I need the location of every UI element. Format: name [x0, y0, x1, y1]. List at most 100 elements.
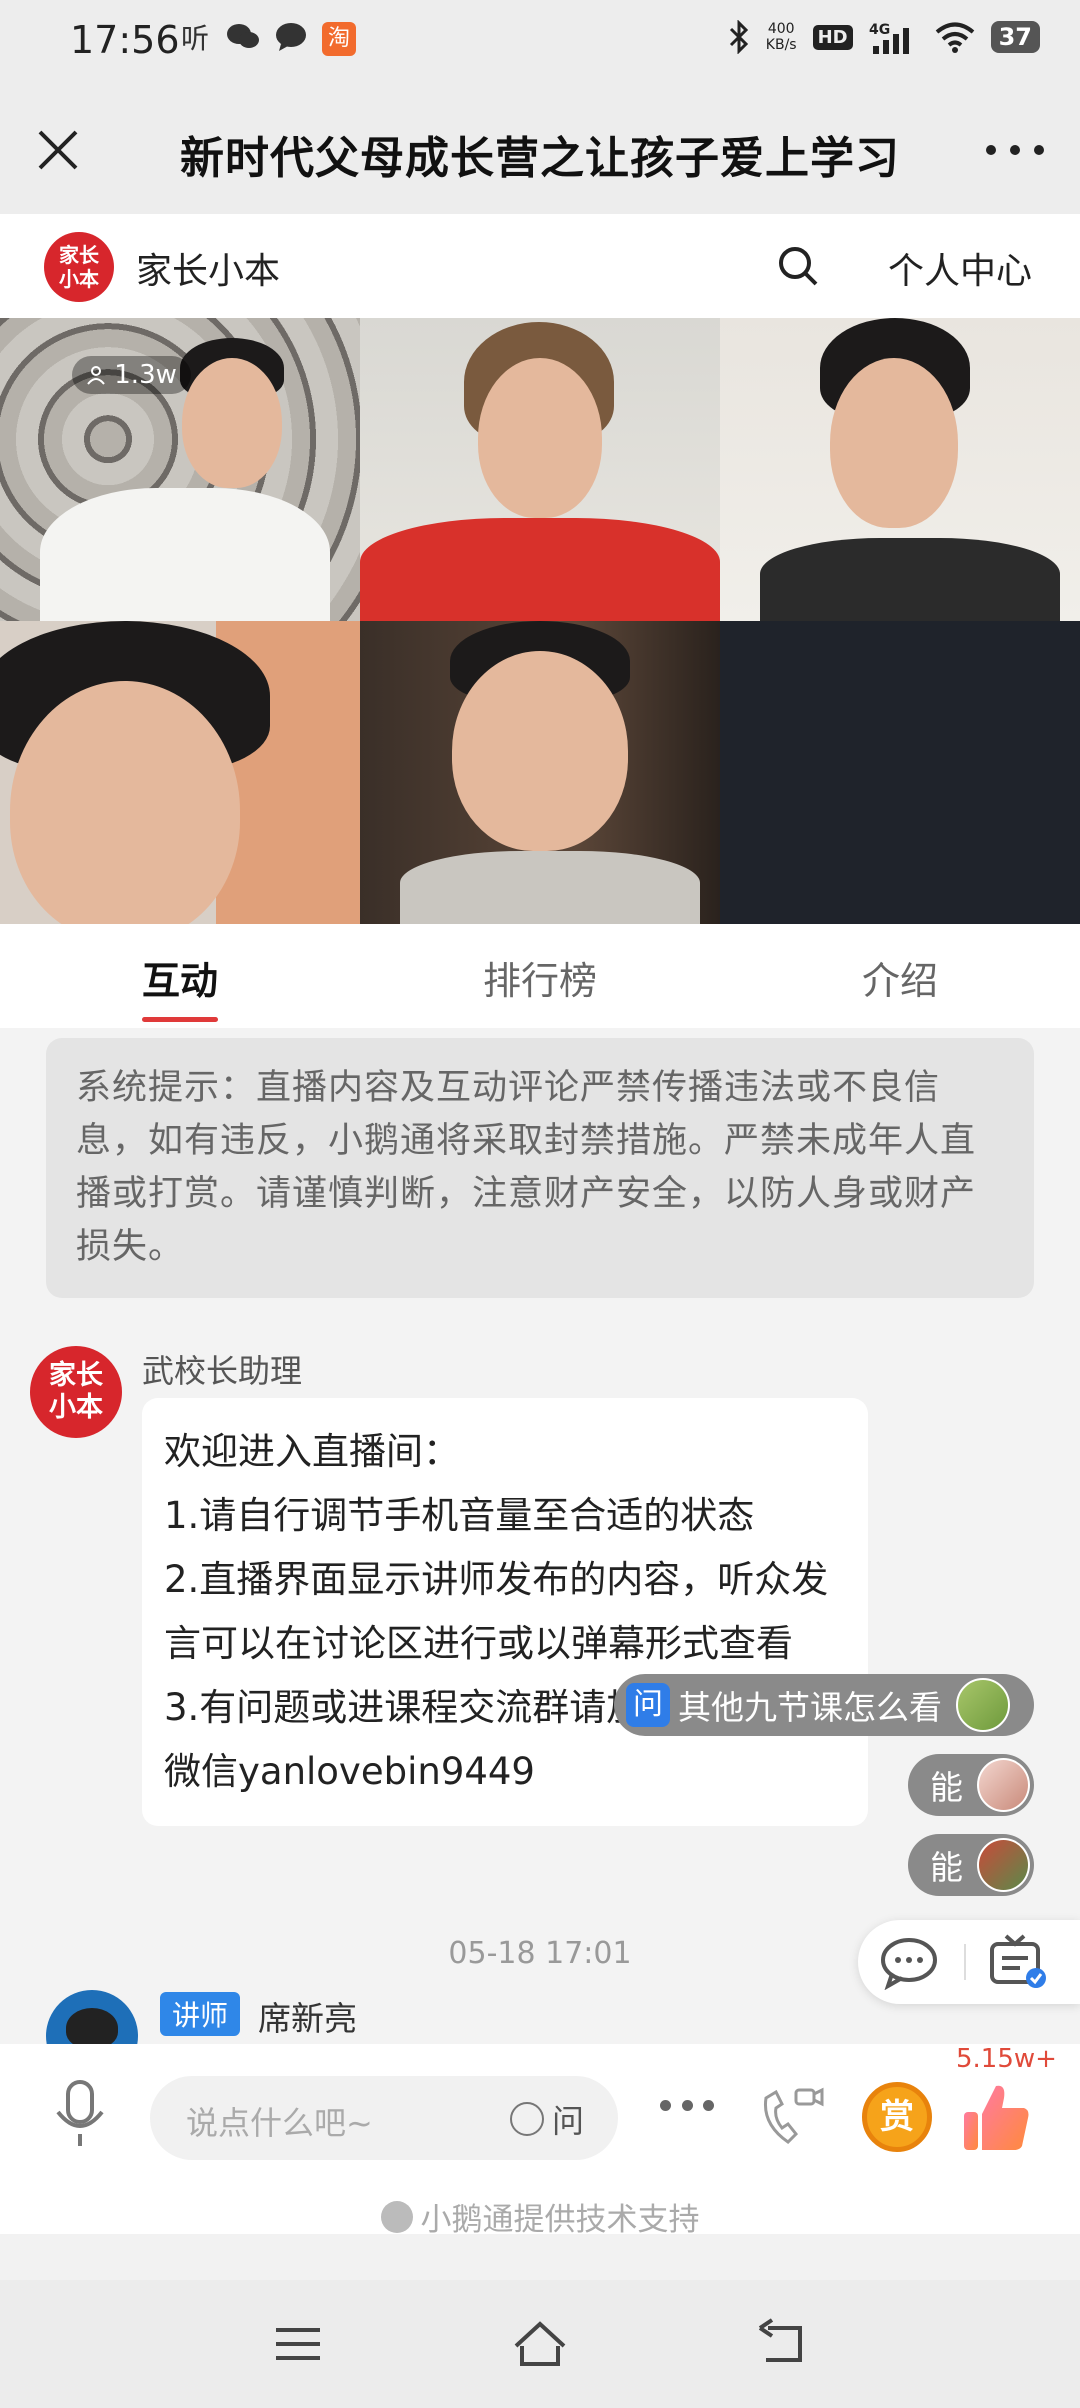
thumbs-up-icon — [964, 2085, 1029, 2150]
message-bubble-icon — [274, 22, 308, 56]
microphone-icon — [56, 2080, 104, 2146]
danmaku-text: 其他九节课怎么看 — [678, 1688, 942, 1727]
video-tile-participant[interactable] — [360, 318, 720, 621]
battery-indicator: 37 — [990, 21, 1040, 53]
system-notice: 系统提示：直播内容及互动评论严禁传播违法或不良信息，如有违反，小鹅通将采取封禁措… — [46, 1038, 1034, 1298]
video-tile-participant[interactable] — [0, 621, 360, 924]
tech-support-footer: 小鹅通提供技术支持 — [0, 2194, 1080, 2239]
danmaku-text: 能 — [930, 1768, 963, 1807]
avatar — [977, 1758, 1030, 1812]
avatar — [977, 1838, 1030, 1892]
danmaku-chip[interactable]: 能 — [908, 1754, 1034, 1816]
dot-icon — [986, 145, 996, 155]
video-grid[interactable]: 1.3w — [0, 318, 1080, 924]
like-count: 5.15w+ — [956, 2044, 1057, 2074]
listen-app-icon: 听 — [180, 22, 209, 55]
divider — [964, 1944, 966, 1980]
message-line: 欢迎进入直播间： — [164, 1430, 460, 1473]
menu-nav-button[interactable] — [268, 2316, 328, 2372]
avatar — [956, 1678, 1010, 1732]
comment-input-placeholder: 说点什么吧~ — [186, 2104, 373, 2142]
status-app-icons: 听 淘 — [178, 22, 356, 56]
speaker-figure — [360, 518, 720, 621]
brand-logo[interactable]: 家长 小本 — [44, 232, 114, 302]
viewer-count: 1.3w — [114, 360, 177, 390]
chat-area[interactable]: 系统提示：直播内容及互动评论严禁传播违法或不良信息，如有违反，小鹅通将采取封禁措… — [0, 1028, 1080, 2044]
video-tile-host[interactable]: 1.3w — [0, 318, 360, 621]
page-title: 新时代父母成长营之让孩子爱上学习 — [180, 133, 900, 184]
hd-badge: HD — [812, 24, 853, 50]
profile-center-link[interactable]: 个人中心 — [888, 242, 1032, 294]
reward-button[interactable]: 赏 — [862, 2082, 932, 2152]
video-tile-participant[interactable] — [360, 621, 720, 924]
tab-bar: 互动 排行榜 介绍 — [0, 924, 1080, 1028]
phone-video-icon — [763, 2087, 824, 2144]
dot-icon — [703, 2100, 714, 2111]
brand-name[interactable]: 家长小本 — [136, 242, 280, 294]
tab-leaderboard[interactable]: 排行榜 — [360, 924, 720, 1028]
like-button[interactable] — [962, 2080, 1032, 2154]
wechat-icon — [226, 22, 260, 56]
dot-icon — [681, 2100, 693, 2111]
tab-introduction[interactable]: 介绍 — [720, 924, 1080, 1028]
avatar[interactable] — [46, 1990, 138, 2044]
radio-icon — [509, 2102, 544, 2136]
xiaoetong-logo-icon — [380, 2200, 413, 2233]
network-speed: 400 KB/s — [765, 21, 797, 53]
question-badge: 问 — [626, 1683, 670, 1727]
input-bar: 说点什么吧~ 问 赏 5.15w+ 小鹅通提供技术支持 — [0, 2044, 1080, 2238]
danmaku-question-chip[interactable]: 问 其他九节课怎么看 — [614, 1674, 1034, 1736]
microphone-button[interactable] — [52, 2078, 108, 2150]
shopping-app-icon: 淘 — [322, 22, 356, 56]
comment-icon[interactable] — [878, 1934, 940, 1990]
danmaku-text: 能 — [930, 1848, 963, 1887]
live-schedule-icon[interactable] — [986, 1932, 1048, 1992]
video-tile-empty — [720, 621, 1080, 924]
lecturer-name: 席新亮 — [258, 1999, 357, 2038]
wifi-icon — [935, 22, 974, 53]
avatar[interactable]: 家长 小本 — [30, 1346, 122, 1438]
speaker-figure — [10, 681, 240, 924]
home-icon — [514, 2321, 566, 2366]
system-nav-bar — [0, 2280, 1080, 2408]
dot-icon — [660, 2100, 671, 2111]
tab-interaction[interactable]: 互动 — [0, 924, 360, 1028]
back-icon — [758, 2318, 802, 2362]
search-button[interactable] — [774, 242, 822, 290]
signal-4g-icon: 4G — [869, 22, 909, 54]
status-bar: 17:56 听 淘 400 KB/s HD 4G 37 — [0, 0, 1080, 86]
svg-text:4G: 4G — [869, 22, 890, 38]
message-line: 2.直播界面显示讲师发布的内容，听众发言可以在讨论区进行或以弹幕形式查看 — [164, 1558, 829, 1665]
dot-icon — [1034, 145, 1044, 155]
speaker-figure — [400, 851, 700, 924]
more-button[interactable] — [660, 2100, 714, 2114]
title-bar: 新时代父母成长营之让孩子爱上学习 — [0, 86, 1080, 214]
tech-support-text: 小鹅通提供技术支持 — [420, 2202, 700, 2238]
back-nav-button[interactable] — [752, 2316, 812, 2372]
status-indicators: 400 KB/s HD 4G 37 — [728, 20, 1040, 54]
person-icon — [87, 366, 105, 385]
viewer-count-badge: 1.3w — [72, 356, 191, 394]
speaker-figure — [40, 488, 330, 621]
search-icon — [779, 247, 818, 286]
speaker-figure — [182, 358, 282, 488]
video-tile-participant[interactable] — [720, 318, 1080, 621]
connect-mic-button[interactable] — [756, 2084, 826, 2150]
speaker-figure — [478, 358, 602, 518]
dot-icon — [1010, 145, 1020, 155]
status-time: 17:56 — [70, 18, 180, 62]
danmaku-chip[interactable]: 能 — [908, 1834, 1034, 1896]
lecturer-role-badge: 讲师 — [160, 1992, 241, 2036]
ask-label: 问 — [551, 2102, 584, 2140]
message-sender: 武校长助理 — [142, 1352, 303, 1390]
speaker-figure — [452, 651, 628, 851]
message-line: 1.请自行调节手机音量至合适的状态 — [164, 1494, 755, 1537]
ask-question-toggle[interactable]: 问 — [509, 2096, 584, 2142]
message-bubble: 欢迎进入直播间： 1.请自行调节手机音量至合适的状态 2.直播界面显示讲师发布的… — [142, 1398, 868, 1826]
speaker-figure — [760, 538, 1060, 621]
menu-icon — [276, 2328, 320, 2360]
comment-input[interactable]: 说点什么吧~ 问 — [150, 2076, 618, 2160]
home-nav-button[interactable] — [510, 2316, 570, 2372]
more-options-button[interactable] — [980, 120, 1050, 180]
speaker-figure — [830, 358, 958, 528]
